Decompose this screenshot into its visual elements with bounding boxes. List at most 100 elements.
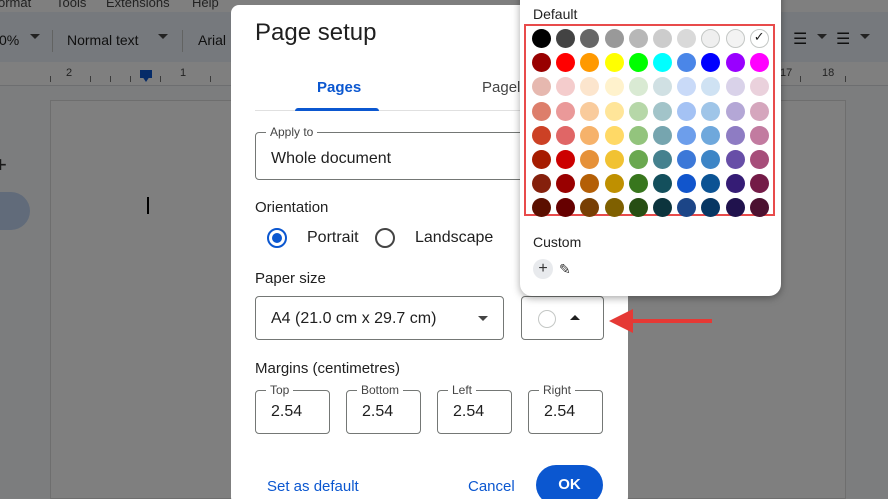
- ok-button[interactable]: OK: [536, 465, 603, 499]
- color-swatch[interactable]: [604, 174, 624, 194]
- color-swatch[interactable]: [725, 77, 745, 97]
- color-swatch[interactable]: [532, 77, 551, 97]
- set-as-default-button[interactable]: Set as default: [267, 478, 359, 495]
- color-swatch[interactable]: [749, 53, 769, 73]
- color-swatch[interactable]: [701, 125, 721, 145]
- cancel-button[interactable]: Cancel: [468, 478, 515, 495]
- color-swatch[interactable]: [604, 101, 624, 121]
- color-swatch[interactable]: [604, 150, 624, 169]
- color-swatch[interactable]: [580, 150, 600, 169]
- color-swatch[interactable]: [532, 125, 551, 145]
- portrait-label[interactable]: Portrait: [307, 229, 359, 247]
- color-swatch[interactable]: [580, 29, 600, 48]
- color-swatch[interactable]: [532, 150, 551, 169]
- color-swatch[interactable]: [628, 77, 648, 97]
- color-swatch[interactable]: [653, 29, 672, 48]
- add-custom-color-icon[interactable]: +: [533, 259, 553, 279]
- color-swatch[interactable]: [653, 150, 672, 169]
- color-swatch[interactable]: [725, 150, 745, 169]
- color-swatch[interactable]: [677, 53, 697, 73]
- color-swatch[interactable]: [604, 29, 624, 48]
- color-swatch[interactable]: [749, 77, 769, 97]
- tab-pages[interactable]: Pages: [317, 79, 361, 96]
- color-swatch[interactable]: [725, 29, 745, 48]
- color-swatch[interactable]: [701, 77, 721, 97]
- color-swatch[interactable]: [653, 174, 672, 194]
- color-swatch[interactable]: [604, 198, 624, 218]
- color-swatch[interactable]: [556, 53, 576, 73]
- landscape-radio[interactable]: [375, 228, 395, 248]
- color-swatch[interactable]: [532, 198, 551, 218]
- color-swatch[interactable]: [677, 174, 697, 194]
- color-swatch[interactable]: [628, 125, 648, 145]
- color-swatch[interactable]: [556, 101, 576, 121]
- portrait-radio[interactable]: [267, 228, 287, 248]
- color-swatch[interactable]: [580, 77, 600, 97]
- color-swatch[interactable]: [604, 53, 624, 73]
- color-swatch[interactable]: [628, 101, 648, 121]
- color-swatch[interactable]: [653, 77, 672, 97]
- margin-bottom-field[interactable]: Bottom 2.54: [346, 383, 421, 434]
- color-swatch[interactable]: [701, 29, 721, 48]
- eyedropper-icon[interactable]: ✎: [559, 261, 571, 278]
- color-swatch[interactable]: [628, 174, 648, 194]
- landscape-label[interactable]: Landscape: [415, 229, 493, 247]
- default-colors-heading: Default: [533, 6, 578, 22]
- color-swatch[interactable]: [628, 29, 648, 48]
- color-swatch[interactable]: [556, 198, 576, 218]
- color-swatch[interactable]: [556, 77, 576, 97]
- color-swatch[interactable]: [749, 150, 769, 169]
- margin-left-field[interactable]: Left 2.54: [437, 383, 512, 434]
- color-swatch[interactable]: [556, 29, 576, 48]
- color-swatch[interactable]: [580, 53, 600, 73]
- color-swatch[interactable]: [677, 150, 697, 169]
- color-swatch[interactable]: [532, 29, 551, 48]
- color-swatch[interactable]: [580, 198, 600, 218]
- color-swatch[interactable]: [653, 198, 672, 218]
- paper-size-value: A4 (21.0 cm x 29.7 cm): [271, 310, 437, 327]
- color-swatch[interactable]: [556, 150, 576, 169]
- color-swatch[interactable]: [604, 77, 624, 97]
- color-swatch[interactable]: [677, 29, 697, 48]
- color-swatch[interactable]: [701, 198, 721, 218]
- color-swatch[interactable]: [677, 77, 697, 97]
- color-swatch[interactable]: [725, 53, 745, 73]
- color-swatch[interactable]: [749, 125, 769, 145]
- color-swatch[interactable]: [701, 101, 721, 121]
- color-swatch[interactable]: [749, 101, 769, 121]
- color-swatch[interactable]: [701, 174, 721, 194]
- color-swatch[interactable]: [628, 198, 648, 218]
- color-swatch[interactable]: [604, 125, 624, 145]
- color-swatch[interactable]: [725, 198, 745, 218]
- color-swatch[interactable]: [725, 174, 745, 194]
- color-swatch[interactable]: ✓: [749, 29, 769, 48]
- color-swatch[interactable]: [653, 53, 672, 73]
- color-swatch[interactable]: [532, 53, 551, 73]
- color-swatch[interactable]: [580, 174, 600, 194]
- color-swatch[interactable]: [701, 53, 721, 73]
- color-swatch[interactable]: [725, 101, 745, 121]
- color-swatch[interactable]: [701, 150, 721, 169]
- margin-top-field[interactable]: Top 2.54: [255, 383, 330, 434]
- color-swatch[interactable]: [580, 125, 600, 145]
- color-swatch[interactable]: [580, 101, 600, 121]
- paper-size-select[interactable]: A4 (21.0 cm x 29.7 cm): [255, 296, 504, 340]
- color-swatch[interactable]: [556, 174, 576, 194]
- color-swatch[interactable]: [725, 125, 745, 145]
- color-swatch[interactable]: [628, 150, 648, 169]
- color-swatch[interactable]: [628, 53, 648, 73]
- apply-to-select[interactable]: Apply to Whole document: [255, 125, 555, 180]
- dialog-title: Page setup: [255, 19, 377, 46]
- page-color-button[interactable]: [521, 296, 604, 340]
- color-swatch[interactable]: [532, 101, 551, 121]
- color-swatch[interactable]: [653, 125, 672, 145]
- margin-right-field[interactable]: Right 2.54: [528, 383, 603, 434]
- color-swatch[interactable]: [749, 198, 769, 218]
- color-swatch[interactable]: [677, 101, 697, 121]
- color-swatch[interactable]: [532, 174, 551, 194]
- color-swatch[interactable]: [556, 125, 576, 145]
- color-swatch[interactable]: [677, 125, 697, 145]
- color-swatch[interactable]: [749, 174, 769, 194]
- color-swatch[interactable]: [677, 198, 697, 218]
- color-swatch[interactable]: [653, 101, 672, 121]
